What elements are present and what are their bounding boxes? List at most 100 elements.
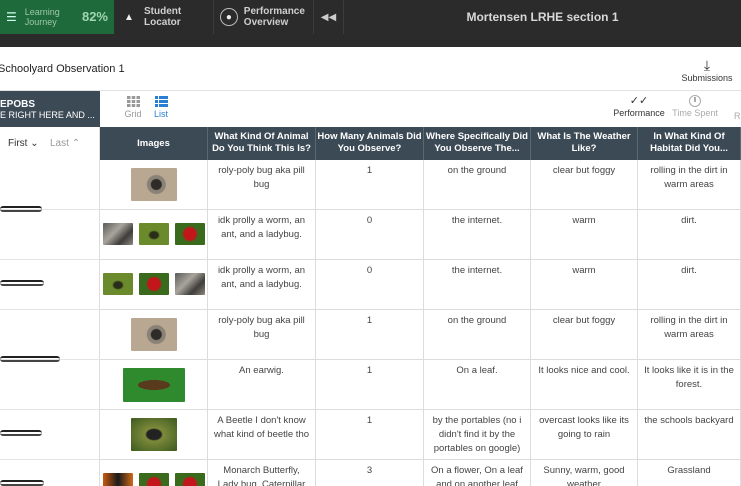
clock-icon — [689, 95, 701, 107]
student-locator-tab[interactable]: ▲ Student Locator — [114, 0, 214, 34]
redacted-name — [0, 356, 60, 362]
column-header-count[interactable]: How Many Animals Did You Observe? — [316, 127, 424, 160]
count-cell: 0 — [316, 210, 424, 260]
performance-label: Performance — [613, 108, 665, 118]
student-row[interactable] — [0, 260, 100, 310]
column-header-where[interactable]: Where Specifically Did You Observe The..… — [424, 127, 531, 160]
weather-cell: warm — [531, 260, 638, 310]
menu-icon[interactable]: ☰ — [6, 10, 17, 24]
images-cell — [100, 360, 208, 410]
list-icon — [154, 96, 168, 107]
where-cell: the internet. — [424, 260, 531, 310]
student-row[interactable] — [0, 410, 100, 460]
student-list — [0, 160, 100, 486]
habitat-cell: dirt. — [638, 210, 741, 260]
thumbnail-ant[interactable] — [138, 223, 169, 245]
sort-last-button[interactable]: Last ⌃ — [50, 138, 80, 149]
learning-journey-percent: 82% — [81, 9, 108, 24]
weather-cell: clear but foggy — [531, 160, 638, 210]
thumbnail-worm[interactable] — [102, 223, 133, 245]
grid-icon — [126, 96, 140, 107]
count-cell: 1 — [316, 410, 424, 460]
redacted-name — [0, 480, 44, 486]
images-cell — [100, 260, 208, 310]
thumbnail-pillbug[interactable] — [130, 168, 177, 201]
animal-cell: idk prolly a worm, an ant, and a ladybug… — [208, 210, 316, 260]
list-view-button[interactable]: List — [148, 95, 174, 119]
column-header-images[interactable]: Images — [100, 127, 208, 160]
animal-cell: roly-poly bug aka pill bug — [208, 160, 316, 210]
thumbnail-worm[interactable] — [174, 273, 205, 295]
column-header-animal[interactable]: What Kind Of Animal Do You Think This Is… — [208, 127, 316, 160]
observation-table: Images What Kind Of Animal Do You Think … — [100, 127, 741, 486]
animal-cell: roly-poly bug aka pill bug — [208, 310, 316, 360]
where-cell: by the portables (no i didn't find it by… — [424, 410, 531, 460]
images-cell — [100, 410, 208, 460]
learning-journey-label: Learning Journey — [24, 7, 60, 27]
view-toolbar: Grid List ✓✓ Performance Time Spent R — [100, 91, 741, 127]
performance-overview-tab[interactable]: ● Performance Overview — [214, 0, 314, 34]
student-row[interactable] — [0, 310, 100, 360]
assignment-title: Schoolyard Observation 1 — [0, 63, 125, 75]
weather-cell: It looks nice and cool. — [531, 360, 638, 410]
where-cell: on the ground — [424, 160, 531, 210]
count-cell: 0 — [316, 260, 424, 310]
where-cell: On a flower, On a leaf and on another le… — [424, 460, 531, 486]
column-header-weather[interactable]: What Is The Weather Like? — [531, 127, 638, 160]
thumbnail-ladybug[interactable] — [138, 473, 169, 486]
column-header-habitat[interactable]: In What Kind Of Habitat Did You... — [638, 127, 741, 160]
habitat-cell: dirt. — [638, 260, 741, 310]
animal-cell: Monarch Butterfly, Lady bug, Caterpillar — [208, 460, 316, 486]
thumbnail-ladybug[interactable] — [174, 223, 205, 245]
sort-first-button[interactable]: First ⌄ — [8, 138, 39, 149]
thumbnail-earwig[interactable] — [122, 367, 185, 402]
where-cell: the internet. — [424, 210, 531, 260]
images-cell — [100, 160, 208, 210]
chevron-down-icon: ⌄ — [30, 138, 39, 149]
animal-cell: A Beetle I don't know what kind of beetl… — [208, 410, 316, 460]
count-cell: 1 — [316, 160, 424, 210]
habitat-cell: Grassland — [638, 460, 741, 486]
thumbnail-pillbug[interactable] — [130, 318, 177, 351]
submissions-download-button[interactable]: ⤓ Submissions — [677, 57, 737, 83]
thumbnail-ladybug[interactable] — [138, 273, 169, 295]
images-cell — [100, 210, 208, 260]
weather-cell: overcast looks like its going to rain — [531, 410, 638, 460]
header-band — [0, 34, 741, 47]
where-cell: On a leaf. — [424, 360, 531, 410]
assignment-info-panel: EPOBS E RIGHT HERE AND ... — [0, 91, 100, 127]
grid-view-button[interactable]: Grid — [120, 95, 146, 119]
collapse-button[interactable]: ◀◀ — [314, 0, 344, 34]
performance-button[interactable]: ✓✓ Performance — [612, 95, 666, 118]
count-cell: 3 — [316, 460, 424, 486]
sort-last-label: Last — [50, 138, 69, 149]
student-row[interactable] — [0, 460, 100, 486]
double-check-icon: ✓✓ — [629, 95, 649, 107]
learning-journey-tab[interactable]: ☰ Learning Journey 82% — [0, 0, 114, 34]
habitat-cell: rolling in the dirt in warm areas — [638, 310, 741, 360]
images-cell — [100, 310, 208, 360]
top-nav: ☰ Learning Journey 82% ▲ Student Locator… — [0, 0, 741, 34]
student-row[interactable] — [0, 160, 100, 212]
assignment-subtitle: E RIGHT HERE AND ... — [0, 110, 95, 120]
redacted-name — [0, 430, 42, 436]
weather-cell: Sunny, warm, good weather — [531, 460, 638, 486]
time-spent-label: Time Spent — [672, 108, 718, 118]
graduation-cap-icon: ▲ — [124, 11, 134, 23]
thumbnail-ladybug[interactable] — [174, 473, 205, 486]
where-cell: on the ground — [424, 310, 531, 360]
grid-label: Grid — [124, 109, 142, 119]
weather-cell: warm — [531, 210, 638, 260]
animal-cell: idk prolly a worm, an ant, and a ladybug… — [208, 260, 316, 310]
clipped-view-label[interactable]: R — [734, 111, 741, 121]
student-row[interactable] — [0, 210, 100, 260]
thumbnail-beetle[interactable] — [130, 418, 177, 451]
thumbnail-ant[interactable] — [102, 273, 133, 295]
time-spent-button[interactable]: Time Spent — [670, 95, 720, 118]
double-chevron-left-icon: ◀◀ — [320, 11, 337, 23]
list-label: List — [153, 109, 168, 119]
habitat-cell: It looks like it is in the forest. — [638, 360, 741, 410]
student-row[interactable] — [0, 356, 100, 410]
thumbnail-monarch[interactable] — [102, 473, 133, 486]
student-locator-label: Student Locator — [144, 6, 182, 28]
